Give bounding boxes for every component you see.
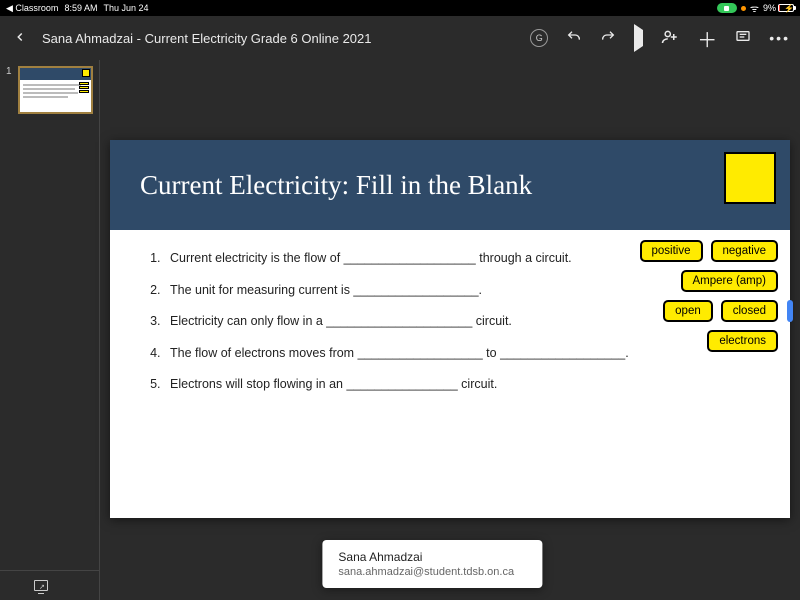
slide-title[interactable]: Current Electricity: Fill in the Blank [140,170,532,201]
comments-button[interactable] [735,29,751,48]
present-button[interactable] [634,30,643,46]
wifi-icon: ᯤ [750,1,759,15]
slide-body[interactable]: Current electricity is the flow of _____… [110,230,790,518]
thumbnail-panel: 1 ↗ [0,60,100,600]
slide-thumbnail-1[interactable] [18,66,93,114]
slide-title-bar[interactable]: Current Electricity: Fill in the Blank [110,140,790,230]
word-tile-ampere[interactable]: Ampere (amp) [681,270,779,292]
app-toolbar: Sana Ahmadzai - Current Electricity Grad… [0,16,800,60]
document-title[interactable]: Sana Ahmadzai - Current Electricity Grad… [42,31,372,46]
word-tile-closed[interactable]: closed [721,300,778,322]
mic-indicator-icon [741,6,746,11]
slide-canvas[interactable]: Current Electricity: Fill in the Blank C… [100,60,800,600]
battery-icon: ⚡ [778,4,794,12]
collaborator-email: sana.ahmadzai@student.tdsb.on.ca [338,566,526,578]
word-tile-positive[interactable]: positive [640,240,703,262]
undo-button[interactable] [566,29,582,48]
camera-indicator-icon [717,3,737,13]
back-to-app[interactable]: ◀ Classroom [6,3,58,14]
share-person-button[interactable] [661,28,679,49]
word-tile-open[interactable]: open [663,300,713,322]
draggable-yellow-square[interactable] [724,152,776,204]
battery-percent: 9% [763,3,776,13]
more-menu-button[interactable]: ••• [769,30,790,46]
redo-button[interactable] [600,29,616,48]
word-tile-negative[interactable]: negative [711,240,778,262]
insert-button[interactable]: ＋ [697,24,717,53]
slide[interactable]: Current Electricity: Fill in the Blank C… [110,140,790,518]
collaborator-popover: Sana Ahmadzai sana.ahmadzai@student.tdsb… [322,540,542,588]
thumbnail-footer: ↗ [0,570,99,600]
list-item[interactable]: Electrons will stop flowing in an ______… [164,376,760,394]
collaborator-name: Sana Ahmadzai [338,550,526,564]
ipad-status-bar: ◀ Classroom 8:59 AM Thu Jun 24 ᯤ 9% ⚡ [0,0,800,16]
battery-indicator: 9% ⚡ [763,3,794,13]
status-time: 8:59 AM [64,3,97,13]
work-area: 1 ↗ Current Electricit [0,60,800,600]
status-date: Thu Jun 24 [103,3,148,13]
present-mode-icon[interactable]: ↗ [34,580,48,591]
word-tile-electrons[interactable]: electrons [707,330,778,352]
back-button[interactable] [10,28,30,49]
google-logo-icon[interactable]: G [530,29,548,47]
word-bank: positive negative Ampere (amp) open clos… [598,240,778,360]
thumbnail-index: 1 [6,66,14,114]
